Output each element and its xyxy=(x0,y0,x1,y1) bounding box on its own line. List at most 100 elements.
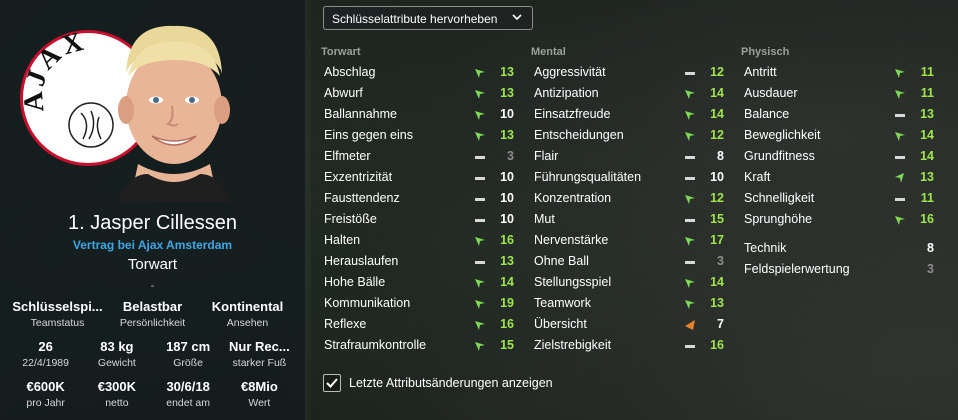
info-contract-end[interactable]: 30/6/18 endet am xyxy=(153,379,224,419)
attribute-name: Technik xyxy=(744,241,787,255)
attribute-row[interactable]: Feldspielerwertung 3 xyxy=(741,259,936,280)
info-team-status[interactable]: Schlüsselspi... Teamstatus xyxy=(10,299,105,339)
attribute-row[interactable]: Herauslaufen 13 xyxy=(321,251,516,272)
attribute-value: 8 xyxy=(927,241,934,255)
attribute-name: Einsatzfreude xyxy=(534,107,611,121)
attribute-row[interactable]: Abschlag 13 xyxy=(321,62,516,83)
attribute-value: 11 xyxy=(920,86,934,100)
attribute-value: 3 xyxy=(717,254,724,268)
attribute-name: Eins gegen eins xyxy=(324,128,413,142)
attribute-row[interactable]: Ballannahme 10 xyxy=(321,104,516,125)
info-height: 187 cm Größe xyxy=(153,339,224,379)
chevron-down-icon xyxy=(512,14,522,21)
attribute-row[interactable]: Sprunghöhe 16 xyxy=(741,209,936,230)
highlight-attributes-dropdown[interactable]: Schlüsselattribute hervorheben xyxy=(323,6,533,30)
attribute-value: 14 xyxy=(710,86,724,100)
attribute-row[interactable]: Reflexe 16 xyxy=(321,314,516,335)
attribute-row[interactable]: Abwurf 13 xyxy=(321,83,516,104)
attribute-row[interactable]: Stellungsspiel 14 xyxy=(531,272,726,293)
info-personality[interactable]: Belastbar Persönlichkeit xyxy=(105,299,200,339)
attribute-row[interactable]: Flair 8 xyxy=(531,146,726,167)
attribute-row[interactable]: Antizipation 14 xyxy=(531,83,726,104)
trend-up-strong-icon xyxy=(895,173,904,183)
player-info-grid: Schlüsselspi... Teamstatus Belastbar Per… xyxy=(10,299,295,419)
info-reputation[interactable]: Kontinental Ansehen xyxy=(200,299,295,339)
attribute-row[interactable]: Balance 13 xyxy=(741,104,936,125)
attribute-row[interactable]: Konzentration 12 xyxy=(531,188,726,209)
trend-up-icon xyxy=(685,111,695,120)
reputation-value: Kontinental xyxy=(211,299,284,314)
attribute-value: 19 xyxy=(500,296,514,310)
attribute-row[interactable]: Elfmeter 3 xyxy=(321,146,516,167)
attribute-name: Feldspielerwertung xyxy=(744,262,850,276)
trend-up-icon xyxy=(895,132,905,141)
info-value[interactable]: €8Mio Wert xyxy=(224,379,295,419)
attribute-value: 3 xyxy=(507,149,514,163)
attribute-row[interactable]: Halten 16 xyxy=(321,230,516,251)
attribute-name: Entscheidungen xyxy=(534,128,624,142)
attribute-name: Zielstrebigkeit xyxy=(534,338,612,352)
market-value: €8Mio xyxy=(240,379,278,394)
attribute-value: 16 xyxy=(710,338,724,352)
attribute-row[interactable]: Antritt 11 xyxy=(741,62,936,83)
attribute-row[interactable]: Nervenstärke 17 xyxy=(531,230,726,251)
attribute-row[interactable]: Ohne Ball 3 xyxy=(531,251,726,272)
reputation-label: Ansehen xyxy=(226,317,269,329)
trend-neutral-icon xyxy=(685,177,695,180)
attribute-name: Halten xyxy=(324,233,361,247)
club-logo-text: AJAX xyxy=(23,33,86,113)
attribute-row[interactable]: Einsatzfreude 14 xyxy=(531,104,726,125)
trend-up-icon xyxy=(685,90,695,99)
info-row: €600K pro Jahr €300K netto 30/6/18 endet… xyxy=(10,379,295,419)
attribute-row[interactable]: Führungsqualitäten 10 xyxy=(531,167,726,188)
attribute-row[interactable]: Exzentrizität 10 xyxy=(321,167,516,188)
market-value-label: Wert xyxy=(248,397,271,409)
svg-text:AJAX: AJAX xyxy=(23,33,89,113)
column-header: Physisch xyxy=(741,46,790,58)
attribute-row[interactable]: Entscheidungen 12 xyxy=(531,125,726,146)
attribute-row[interactable]: Kommunikation 19 xyxy=(321,293,516,314)
attribute-name: Grundfitness xyxy=(744,149,815,163)
attribute-row[interactable]: Technik 8 xyxy=(741,238,936,259)
attribute-row[interactable]: Zielstrebigkeit 16 xyxy=(531,335,726,356)
attribute-value: 15 xyxy=(710,212,724,226)
attribute-value: 13 xyxy=(710,296,724,310)
attribute-row[interactable]: Beweglichkeit 14 xyxy=(741,125,936,146)
info-salary[interactable]: €600K pro Jahr xyxy=(10,379,81,419)
salary-label: pro Jahr xyxy=(26,397,65,409)
attribute-row[interactable]: Mut 15 xyxy=(531,209,726,230)
attribute-row[interactable]: Teamwork 13 xyxy=(531,293,726,314)
attribute-value: 13 xyxy=(500,65,514,79)
attribute-name: Schnelligkeit xyxy=(744,191,815,205)
info-foot[interactable]: Nur Rec... starker Fuß xyxy=(224,339,295,379)
attribute-row[interactable]: Schnelligkeit 11 xyxy=(741,188,936,209)
attribute-row[interactable]: Freistöße 10 xyxy=(321,209,516,230)
contract-link[interactable]: Vertrag bei Ajax Amsterdam xyxy=(0,238,305,252)
attribute-name: Antizipation xyxy=(534,86,599,100)
attribute-row[interactable]: Strafraumkontrolle 15 xyxy=(321,335,516,356)
attribute-name: Elfmeter xyxy=(324,149,371,163)
salary-value: €600K xyxy=(26,379,65,394)
checkbox[interactable] xyxy=(323,374,341,392)
trend-up-icon xyxy=(685,279,695,288)
attribute-name: Führungsqualitäten xyxy=(534,170,642,184)
attribute-row[interactable]: Ausdauer 11 xyxy=(741,83,936,104)
info-net[interactable]: €300K netto xyxy=(81,379,152,419)
attribute-value: 8 xyxy=(717,149,724,163)
attribute-row[interactable]: Eins gegen eins 13 xyxy=(321,125,516,146)
attribute-row[interactable]: Kraft 13 xyxy=(741,167,936,188)
attribute-row[interactable]: Grundfitness 14 xyxy=(741,146,936,167)
trend-up-icon xyxy=(475,300,485,309)
attribute-value: 7 xyxy=(717,317,724,331)
height-label: Größe xyxy=(173,357,203,369)
attribute-value: 10 xyxy=(500,212,514,226)
player-position: Torwart xyxy=(127,256,178,273)
attribute-name: Freistöße xyxy=(324,212,377,226)
trend-up-icon xyxy=(475,321,485,330)
attribute-row[interactable]: Übersicht 7 xyxy=(531,314,726,335)
attributes-panel: Schlüsselattribute hervorheben Torwart A… xyxy=(311,0,958,420)
foot-value: Nur Rec... xyxy=(229,339,290,354)
attribute-row[interactable]: Fausttendenz 10 xyxy=(321,188,516,209)
attribute-row[interactable]: Hohe Bälle 14 xyxy=(321,272,516,293)
attribute-row[interactable]: Aggressivität 12 xyxy=(531,62,726,83)
